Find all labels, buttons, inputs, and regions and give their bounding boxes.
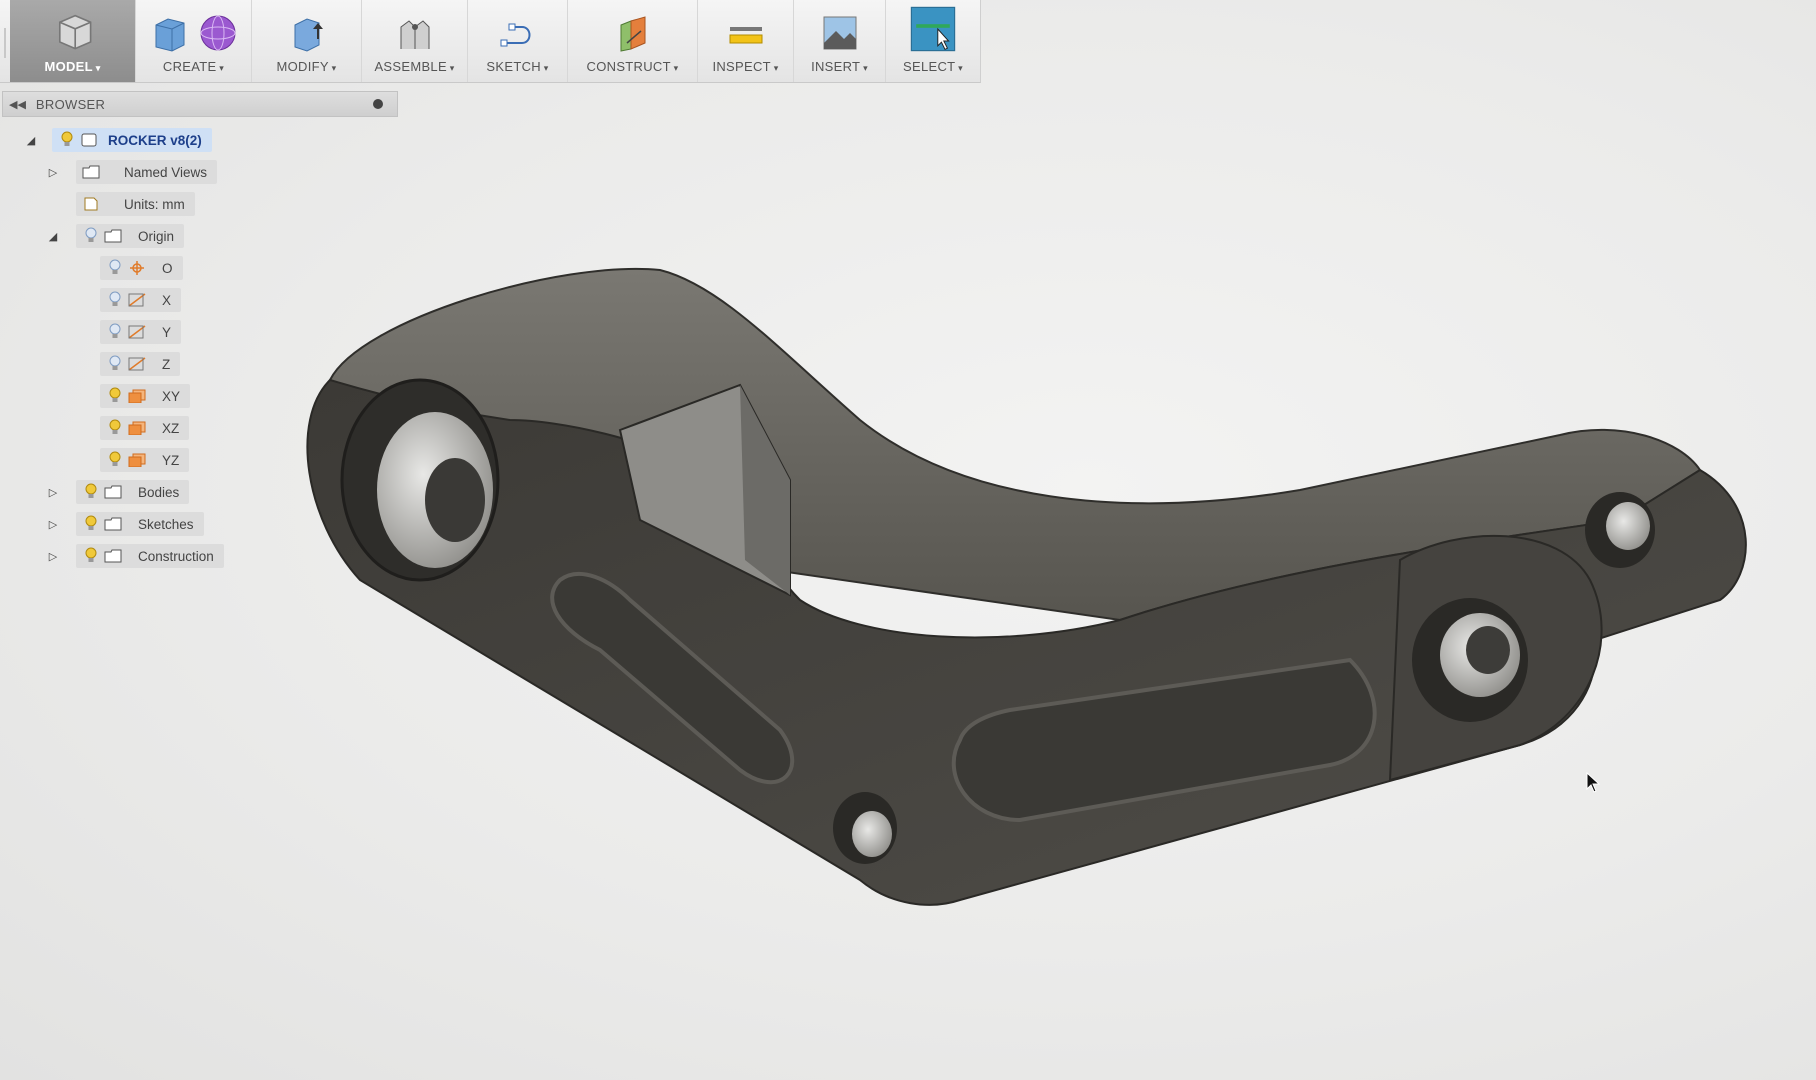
tree-label: Sketches <box>138 516 194 532</box>
visibility-bulb-icon[interactable] <box>108 451 122 469</box>
tree-label: Y <box>162 324 172 340</box>
tree-item-units[interactable]: Units: mm <box>46 191 195 217</box>
plane-icon <box>128 389 146 403</box>
folder-icon <box>104 517 122 531</box>
visibility-bulb-icon[interactable] <box>84 515 98 533</box>
insert-menu-button[interactable]: INSERT <box>794 0 886 82</box>
visibility-bulb-icon[interactable] <box>108 323 122 341</box>
tree-item-bodies[interactable]: ▷ Bodies <box>46 479 190 505</box>
tree-label: YZ <box>162 452 180 468</box>
folder-icon <box>82 165 100 179</box>
visibility-bulb-icon[interactable] <box>108 291 122 309</box>
inspect-label: INSPECT <box>712 59 778 74</box>
model-label: MODEL <box>44 59 100 74</box>
visibility-bulb-icon[interactable] <box>108 355 122 373</box>
tree-item-construction[interactable]: ▷ Construction <box>46 543 224 569</box>
tree-item-origin[interactable]: ◢ Origin <box>46 223 185 249</box>
box-icon[interactable] <box>150 13 190 53</box>
browser-panel-header[interactable]: ◀◀ BROWSER <box>2 91 398 117</box>
collapse-panel-icon[interactable]: ◀◀ <box>9 98 26 111</box>
visibility-bulb-icon[interactable] <box>84 547 98 565</box>
tree-label: Named Views <box>124 164 208 180</box>
tree-item-origin-x-axis[interactable]: X <box>100 287 182 313</box>
tree-label: Bodies <box>138 484 180 500</box>
select-icon <box>910 6 956 52</box>
axis-icon <box>128 325 146 339</box>
measure-icon <box>729 27 762 44</box>
tree-label: Z <box>162 356 171 372</box>
component-icon <box>81 133 97 147</box>
expand-arrow-icon[interactable]: ▷ <box>46 550 60 563</box>
pin-icon[interactable] <box>373 99 383 109</box>
root-label: ROCKER v8(2) <box>108 132 202 148</box>
plane-icon <box>128 453 146 467</box>
tree-item-origin-point[interactable]: O <box>100 255 183 281</box>
plane-icon <box>128 421 146 435</box>
expand-arrow-icon[interactable]: ▷ <box>46 518 60 531</box>
visibility-bulb-icon[interactable] <box>84 483 98 501</box>
tree-label: Construction <box>138 548 214 564</box>
browser-title: BROWSER <box>35 96 106 112</box>
tree-item-origin-yz-plane[interactable]: YZ <box>100 447 190 473</box>
model-cube-icon <box>58 14 91 50</box>
tree-label: XY <box>162 388 181 404</box>
expand-arrow-icon[interactable]: ◢ <box>24 134 38 147</box>
visibility-bulb-icon[interactable] <box>108 259 122 277</box>
select-menu-button[interactable]: SELECT <box>886 0 980 82</box>
expand-arrow-icon[interactable]: ▷ <box>46 486 60 499</box>
tree-item-origin-y-axis[interactable]: Y <box>100 319 182 345</box>
tree-item-origin-xy-plane[interactable]: XY <box>100 383 191 409</box>
sphere-icon[interactable] <box>198 13 238 53</box>
folder-icon <box>104 485 122 499</box>
origin-point-icon <box>130 261 144 275</box>
axis-icon <box>128 293 146 307</box>
tree-label: X <box>162 292 172 308</box>
tree-label: XZ <box>162 420 180 436</box>
folder-icon <box>104 549 122 563</box>
toolbar-grip[interactable] <box>0 0 10 82</box>
construct-plane-icon <box>620 16 645 52</box>
tree-item-named-views[interactable]: ▷ Named Views <box>46 159 218 185</box>
tree-item-origin-z-axis[interactable]: Z <box>100 351 181 377</box>
tree-label: Units: mm <box>124 196 185 212</box>
canvas-viewport[interactable] <box>0 0 1816 1080</box>
select-label: SELECT <box>903 59 963 74</box>
visibility-bulb-icon[interactable] <box>108 387 122 405</box>
assemble-label: ASSEMBLE <box>374 59 454 74</box>
document-icon <box>84 197 98 211</box>
workspace-model-button[interactable]: MODEL <box>10 0 136 82</box>
tree-label: O <box>162 260 173 276</box>
rocker-part-model[interactable] <box>0 0 1816 1080</box>
construct-menu-button[interactable]: CONSTRUCT <box>568 0 698 82</box>
tree-root-rocker[interactable]: ◢ ROCKER v8(2) <box>24 127 212 153</box>
visibility-bulb-icon[interactable] <box>84 227 98 245</box>
sketch-label: SKETCH <box>486 59 548 74</box>
folder-icon <box>104 229 122 243</box>
assemble-menu-button[interactable]: ASSEMBLE <box>362 0 468 82</box>
sketch-menu-button[interactable]: SKETCH <box>468 0 568 82</box>
create-menu-button[interactable]: CREATE <box>136 0 252 82</box>
visibility-bulb-icon[interactable] <box>60 131 74 149</box>
main-toolbar: MODEL CREATE MODIFY <box>0 0 981 83</box>
sketch-icon <box>500 23 530 47</box>
axis-icon <box>128 357 146 371</box>
mouse-cursor-icon <box>1586 772 1601 793</box>
expand-arrow-icon[interactable]: ▷ <box>46 166 60 179</box>
collapse-arrow-icon[interactable]: ◢ <box>46 230 60 243</box>
modify-menu-button[interactable]: MODIFY <box>252 0 362 82</box>
insert-label: INSERT <box>811 59 868 74</box>
joint-icon <box>400 20 429 49</box>
tree-label: Origin <box>138 228 175 244</box>
modify-label: MODIFY <box>277 59 337 74</box>
construct-label: CONSTRUCT <box>587 59 679 74</box>
create-label: CREATE <box>163 59 224 74</box>
tree-item-origin-xz-plane[interactable]: XZ <box>100 415 190 441</box>
visibility-bulb-icon[interactable] <box>108 419 122 437</box>
insert-image-icon <box>823 16 856 50</box>
press-pull-icon <box>294 18 323 52</box>
inspect-menu-button[interactable]: INSPECT <box>698 0 794 82</box>
tree-item-sketches[interactable]: ▷ Sketches <box>46 511 204 537</box>
